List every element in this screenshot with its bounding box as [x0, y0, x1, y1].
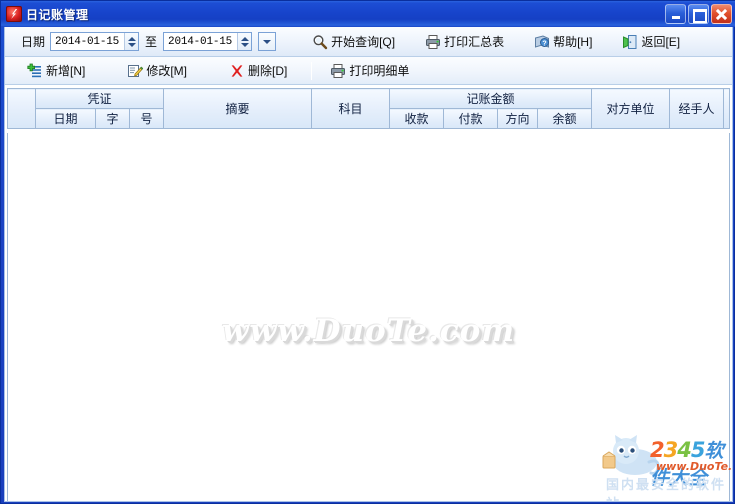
header-summary[interactable]: 摘要	[163, 88, 313, 129]
exit-icon	[622, 34, 638, 50]
row-indicator-header[interactable]	[7, 88, 36, 129]
header-voucher-no[interactable]: 号	[128, 108, 165, 129]
spinner-up-icon[interactable]	[240, 36, 249, 41]
window-title: 日记账管理	[26, 7, 89, 22]
header-subject[interactable]: 科目	[311, 88, 391, 129]
window-controls	[665, 4, 732, 24]
close-button[interactable]	[711, 4, 732, 24]
header-payment[interactable]: 付款	[443, 108, 499, 129]
header-receipt[interactable]: 收款	[389, 108, 445, 129]
date-from-value: 2014-01-15	[55, 35, 120, 48]
start-query-label: 开始查询[Q]	[331, 35, 396, 49]
header-direction[interactable]: 方向	[497, 108, 539, 129]
header-filler	[723, 88, 730, 129]
delete-label: 删除[D]	[248, 64, 288, 78]
search-icon	[312, 34, 328, 50]
chevron-down-icon	[263, 39, 272, 44]
help-label: 帮助[H]	[553, 35, 593, 49]
spinner-up-icon[interactable]	[127, 36, 136, 41]
date-range-separator-label: 至	[145, 35, 158, 49]
edit-toolbar: 新增[N] 修改[M] 删除[D] 打印明细单	[5, 57, 732, 85]
date-from-spinner[interactable]	[124, 33, 139, 50]
date-preset-dropdown-button[interactable]	[258, 32, 277, 51]
app-icon	[6, 6, 22, 22]
date-to-spinner[interactable]	[237, 33, 252, 50]
printer-icon	[425, 34, 441, 50]
header-voucher-word[interactable]: 字	[95, 108, 130, 129]
print-detail-button[interactable]: 打印明细单	[322, 60, 417, 82]
date-to-value: 2014-01-15	[168, 35, 233, 48]
print-summary-label: 打印汇总表	[444, 35, 505, 49]
toolbar-separator	[311, 61, 313, 80]
grid-body-empty[interactable]	[7, 133, 730, 501]
minimize-button[interactable]	[665, 4, 686, 24]
start-query-button[interactable]: 开始查询[Q]	[304, 31, 403, 53]
add-icon	[27, 63, 43, 79]
query-toolbar: 日期 2014-01-15 至 2014-01-15 开始查询[Q] 打印汇总表…	[5, 27, 732, 57]
print-summary-button[interactable]: 打印汇总表	[417, 31, 512, 53]
date-label: 日期	[21, 35, 46, 49]
return-label: 返回[E]	[641, 35, 681, 49]
grid-header-table: 凭证 摘要 科目 记账金额 对方单位 经手人 日期 字 号 收款 付款 方向 余…	[7, 88, 730, 129]
modify-button[interactable]: 修改[M]	[119, 60, 195, 82]
printer-icon	[330, 63, 346, 79]
maximize-button[interactable]	[688, 4, 709, 24]
add-label: 新增[N]	[46, 64, 86, 78]
help-button[interactable]: ? 帮助[H]	[526, 31, 600, 53]
delete-icon	[229, 63, 245, 79]
header-voucher-group[interactable]: 凭证	[34, 88, 165, 109]
svg-text:?: ?	[542, 40, 546, 47]
date-from-field[interactable]: 2014-01-15	[50, 32, 140, 51]
print-detail-label: 打印明细单	[349, 64, 410, 78]
delete-button[interactable]: 删除[D]	[221, 60, 295, 82]
grid-header-row-group: 凭证 摘要 科目 记账金额 对方单位 经手人	[7, 88, 730, 129]
spinner-down-icon[interactable]	[240, 42, 249, 47]
app-window: 日记账管理 日期 2014-01-15 至 2014-01-15 开始查询[Q]…	[0, 0, 735, 504]
header-counterparty[interactable]: 对方单位	[591, 88, 671, 129]
edit-icon	[127, 63, 144, 79]
header-voucher-date[interactable]: 日期	[35, 108, 96, 129]
client-area: 日期 2014-01-15 至 2014-01-15 开始查询[Q] 打印汇总表…	[4, 27, 733, 502]
add-button[interactable]: 新增[N]	[19, 60, 93, 82]
data-grid: 凭证 摘要 科目 记账金额 对方单位 经手人 日期 字 号 收款 付款 方向 余…	[5, 85, 732, 501]
help-icon: ?	[534, 34, 550, 50]
date-to-field[interactable]: 2014-01-15	[163, 32, 253, 51]
title-bar[interactable]: 日记账管理	[1, 1, 735, 27]
modify-label: 修改[M]	[146, 64, 188, 78]
header-handler[interactable]: 经手人	[669, 88, 725, 129]
spinner-down-icon[interactable]	[127, 42, 136, 47]
header-balance[interactable]: 余额	[537, 108, 593, 129]
return-button[interactable]: 返回[E]	[614, 31, 688, 53]
header-amount-group[interactable]: 记账金额	[389, 88, 593, 109]
